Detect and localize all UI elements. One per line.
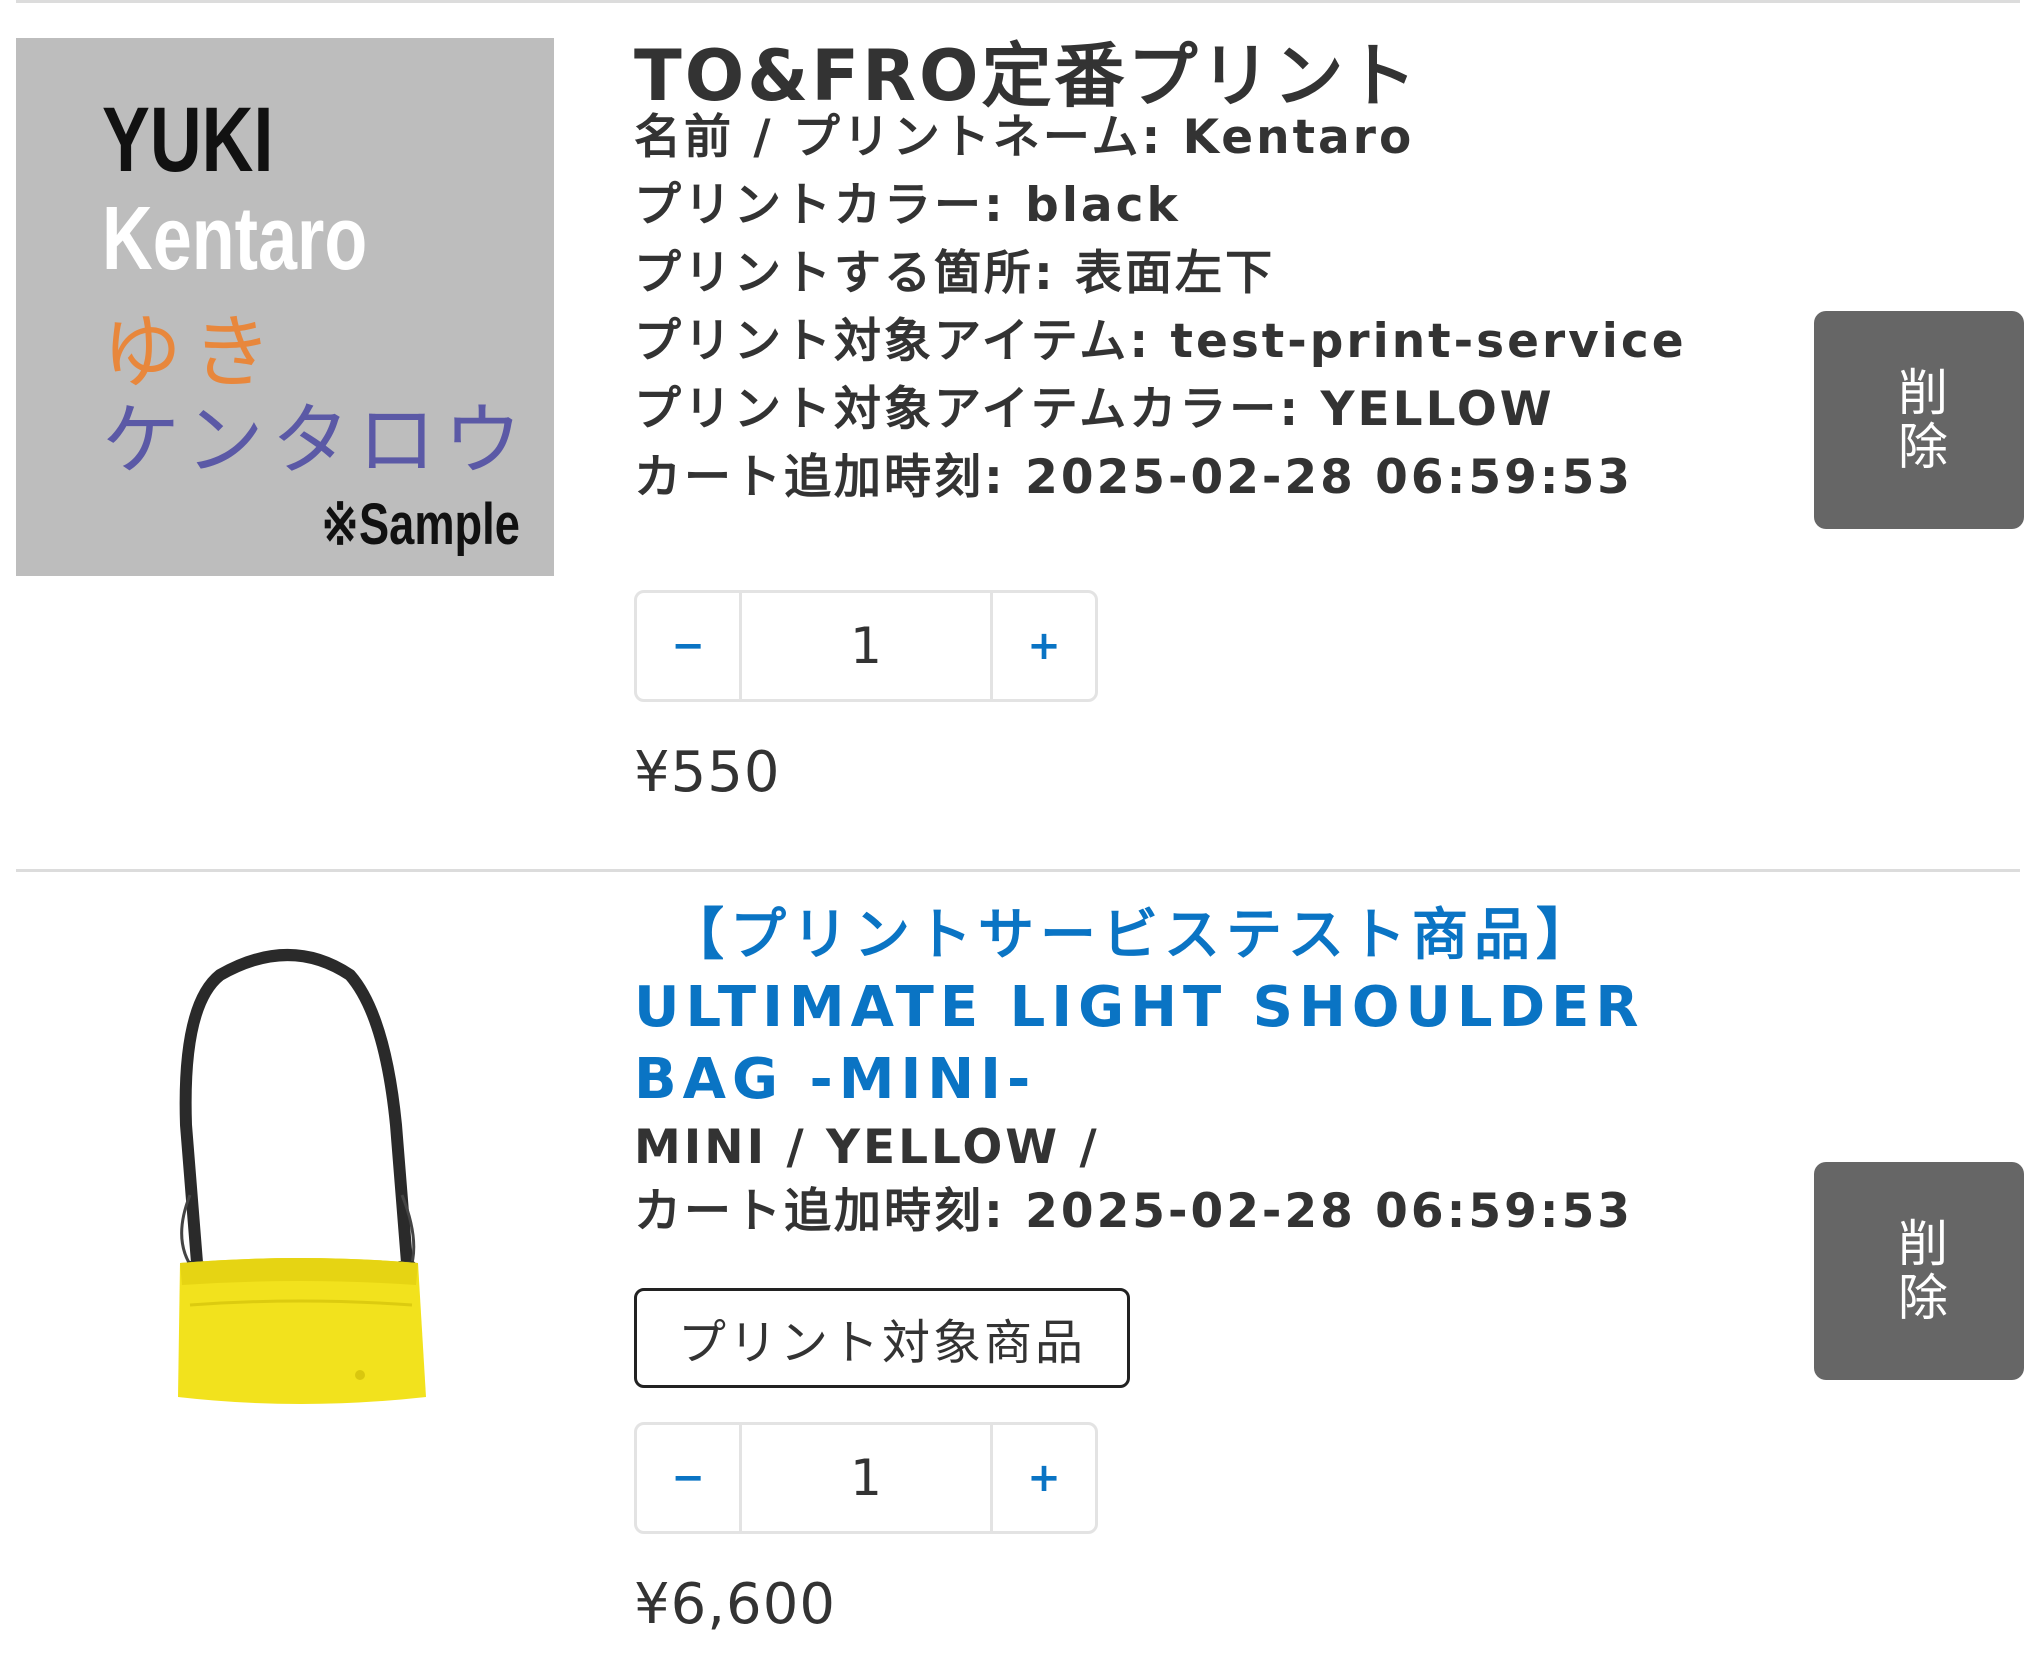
quantity-stepper: − 1 + bbox=[634, 1422, 1098, 1534]
meta-added-time: カート追加時刻2025-02-28 06:59:53 bbox=[634, 1182, 1633, 1242]
item-price: ¥6,600 bbox=[634, 1572, 836, 1637]
title-line: 【プリントサービステスト商品】 bbox=[634, 903, 1598, 968]
product-image[interactable] bbox=[150, 945, 430, 1415]
delete-button[interactable]: 削除 bbox=[1814, 1162, 2024, 1380]
increase-button[interactable]: + bbox=[993, 1425, 1095, 1531]
shoulder-bag-icon bbox=[178, 949, 426, 1404]
print-target-badge: プリント対象商品 bbox=[634, 1288, 1130, 1388]
delete-label: 削除 bbox=[1890, 1217, 1948, 1325]
product-title-link[interactable]: 【プリントサービステスト商品】 ULTIMATE LIGHT SHOULDER … bbox=[634, 900, 1644, 1116]
meta-key: カート追加時刻 bbox=[634, 1184, 1025, 1239]
title-line: ULTIMATE LIGHT SHOULDER bbox=[634, 975, 1645, 1040]
variant-info: MINI / YELLOW / bbox=[634, 1120, 1100, 1175]
decrease-button[interactable]: − bbox=[637, 1425, 739, 1531]
title-line: BAG -MINI- bbox=[634, 1047, 1037, 1112]
meta-value: 2025-02-28 06:59:53 bbox=[1025, 1184, 1633, 1239]
quantity-value[interactable]: 1 bbox=[739, 1425, 993, 1531]
cart-item-bag: 【プリントサービステスト商品】 ULTIMATE LIGHT SHOULDER … bbox=[0, 0, 2038, 1663]
